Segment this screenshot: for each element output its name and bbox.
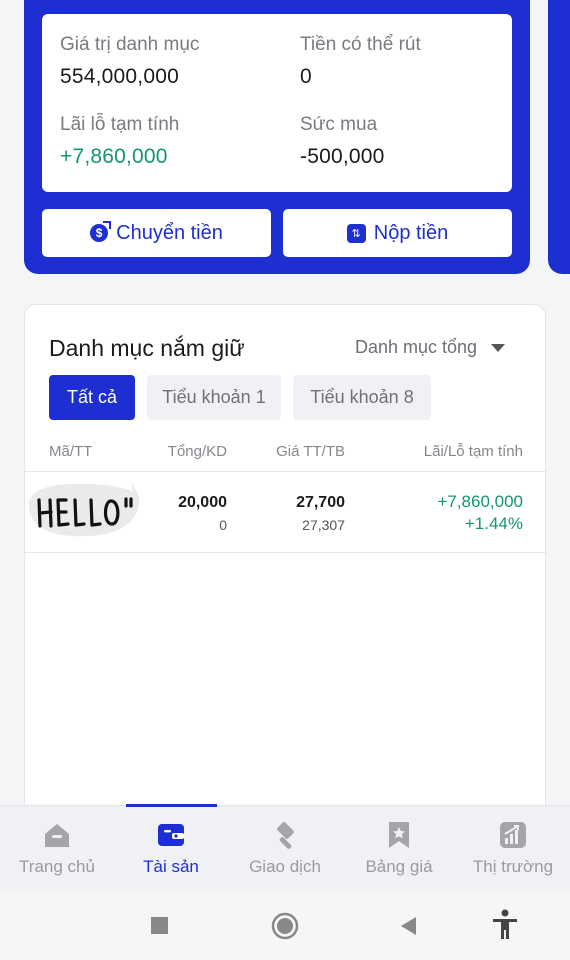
deposit-icon: ⇅ [346, 223, 366, 243]
total-quantity: 20,000 [178, 494, 227, 511]
wallet-icon [158, 824, 184, 846]
nav-item-market[interactable]: Thị trường [456, 806, 570, 892]
chevron-down-icon [491, 343, 506, 352]
gavel-icon [277, 822, 294, 849]
nav-label-trading: Giao dịch [249, 857, 321, 876]
column-header-price: Giá TT/TB [276, 443, 345, 460]
portfolio-value-label: Giá trị danh mục [60, 34, 200, 55]
home-icon [45, 824, 69, 847]
nav-item-trading[interactable]: Giao dịch [228, 806, 342, 892]
nav-item-price-board[interactable]: Bảng giá [342, 806, 456, 892]
tab-sub-account-1[interactable]: Tiểu khoản 1 [147, 375, 281, 420]
money-transfer-icon: $ [90, 221, 112, 242]
tab-sub-account-8[interactable]: Tiểu khoản 8 [293, 375, 431, 420]
bottom-navigation: Trang chủ Tài sản Giao dịch Bảng giá Thị… [0, 804, 570, 892]
column-header-total: Tổng/KD [167, 443, 227, 460]
price-cell: 27,700 27,307 [296, 494, 345, 533]
next-card-peek[interactable] [548, 0, 570, 274]
withdrawable-value: 0 [300, 65, 312, 88]
nav-label-market: Thị trường [472, 857, 554, 876]
nav-label-home: Trang chủ [19, 857, 95, 876]
buying-power-label: Sức mua [300, 114, 378, 135]
nav-item-home[interactable]: Trang chủ [0, 806, 114, 892]
column-header-symbol: Mã/TT [49, 443, 93, 460]
market-price: 27,700 [296, 494, 345, 511]
tab-all[interactable]: Tất cả [49, 375, 135, 420]
pnl-stat: Lãi lỗ tạm tính +7,860,000 [60, 114, 179, 169]
total-volume-cell: 20,000 0 [178, 494, 227, 533]
pnl-value: +7,860,000 [60, 145, 168, 168]
system-navigation-bar [0, 891, 570, 960]
buying-power-value: -500,000 [300, 145, 385, 168]
table-row[interactable]: 20,000 0 27,700 27,307 +7,860,000 +1.44% [25, 472, 547, 552]
chart-icon [500, 822, 526, 848]
home-circle-icon[interactable] [271, 912, 299, 940]
pnl-cell: +7,860,000 +1.44% [437, 492, 523, 534]
withdrawable-stat: Tiền có thể rút 0 [300, 34, 421, 89]
deposit-button[interactable]: ⇅ Nộp tiền [283, 209, 512, 257]
summary-actions: $ Chuyển tiền ⇅ Nộp tiền [42, 209, 512, 257]
column-header-pnl: Lãi/Lỗ tạm tính [423, 443, 523, 460]
nav-label-price-board: Bảng giá [365, 857, 433, 876]
portfolio-filter-dropdown[interactable]: Danh mục tổng [355, 337, 506, 358]
withdrawable-label: Tiền có thể rút [300, 34, 421, 55]
portfolio-filter-value: Danh mục tổng [355, 337, 478, 357]
summary-stats-panel: Giá trị danh mục 554,000,000 Tiền có thể… [42, 14, 512, 192]
holdings-title: Danh mục nắm giữ [49, 335, 245, 361]
average-price: 27,307 [302, 517, 345, 533]
pnl-label: Lãi lỗ tạm tính [60, 114, 180, 135]
hello-sticker-image [28, 482, 140, 537]
row-pnl-percent: +1.44% [464, 514, 523, 533]
app-screen: Giá trị danh mục 554,000,000 Tiền có thể… [0, 0, 570, 960]
holdings-table-header: Mã/TT Tổng/KD Giá TT/TB Lãi/Lỗ tạm tính [25, 441, 547, 471]
portfolio-value-stat: Giá trị danh mục 554,000,000 [60, 34, 199, 89]
recent-apps-icon[interactable] [151, 917, 168, 934]
accessibility-icon[interactable] [491, 909, 519, 941]
deposit-button-label: Nộp tiền [373, 221, 449, 244]
row-divider [25, 552, 547, 553]
nav-label-assets: Tài sản [143, 857, 199, 876]
nav-item-assets[interactable]: Tài sản [114, 806, 228, 892]
portfolio-value: 554,000,000 [60, 65, 179, 88]
transfer-button-label: Chuyển tiền [116, 221, 223, 244]
row-pnl-value: +7,860,000 [437, 492, 523, 511]
available-quantity: 0 [219, 517, 227, 533]
holdings-card: Danh mục nắm giữ Danh mục tổng Tất cả Ti… [24, 304, 547, 824]
back-icon[interactable] [399, 916, 417, 936]
buying-power-stat: Sức mua -500,000 [300, 114, 385, 169]
transfer-button[interactable]: $ Chuyển tiền [42, 209, 271, 257]
bookmark-icon [389, 822, 409, 848]
account-summary-card: Giá trị danh mục 554,000,000 Tiền có thể… [24, 0, 530, 274]
